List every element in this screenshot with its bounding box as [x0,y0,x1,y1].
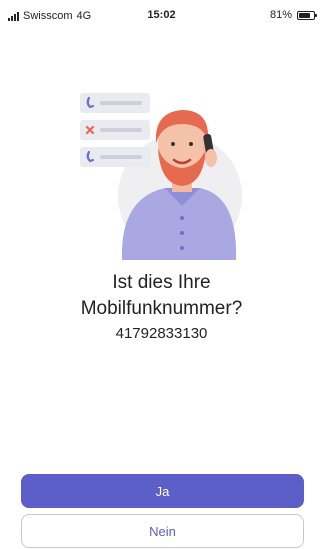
person-on-phone-icon [80,93,242,260]
call-card-3 [80,147,150,167]
battery-icon [297,10,317,20]
battery-level [299,12,310,18]
prompt-title-line-1: Ist dies Ihre [112,272,211,293]
phone-number: 41792833130 [115,325,208,342]
battery-percent: 81% [269,9,292,21]
prompt-title-line-2: Mobilfunknummer? [80,298,243,319]
yes-button[interactable]: Ja [21,474,304,508]
call-card-2 [80,120,150,140]
phone-call-illustration [70,88,245,263]
call-card-1 [80,93,150,113]
confirm-number-prompt: Ist dies Ihre Mobilfunknummer? 417928331… [0,270,323,344]
status-right: 81% [269,9,317,21]
status-bar: Swisscom 4G 15:02 81% [0,0,323,30]
no-button[interactable]: Nein [21,514,304,548]
